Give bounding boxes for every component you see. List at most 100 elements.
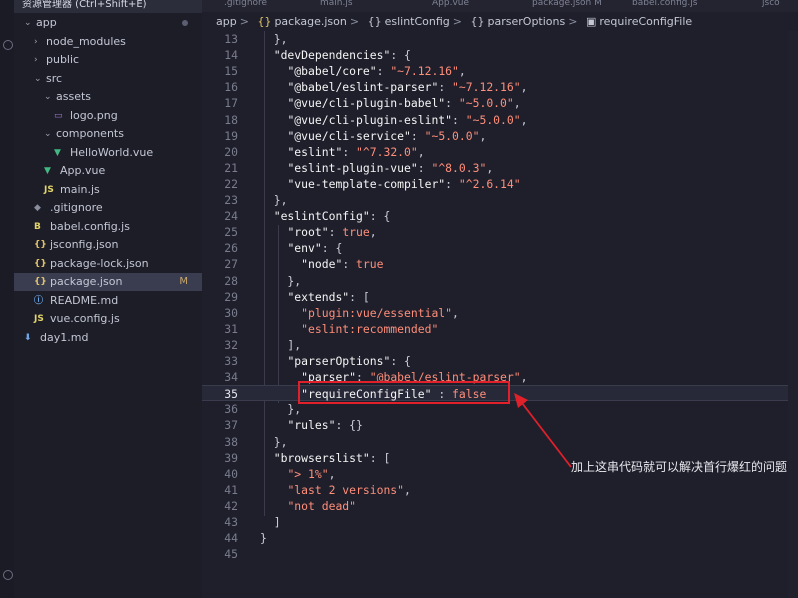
markdown-icon: ⬇ [24, 332, 32, 343]
code-text: "@vue/cli-plugin-eslint": "~5.0.0", [287, 112, 528, 127]
tree-item-label: package-lock.json [50, 256, 149, 270]
tree-item[interactable]: ⓘ README.md [14, 292, 202, 310]
tree-item[interactable]: ▭ logo.png [14, 107, 202, 125]
editor-tab[interactable]: babel.config.js [632, 0, 697, 12]
code-line[interactable]: 27 "node": true [202, 256, 798, 272]
annotation-text: 加上这串代码就可以解决首行爆红的问题 [571, 460, 788, 474]
line-number: 32 [224, 337, 238, 352]
code-line[interactable]: 28 }, [202, 273, 798, 289]
breadcrumb-eslintconfig[interactable]: eslintConfig [385, 15, 450, 28]
tree-item[interactable]: {} package-lock.json [14, 255, 202, 273]
editor-tab[interactable]: jsco [762, 0, 780, 12]
tree-item[interactable]: ▼ App.vue [14, 162, 202, 180]
code-line[interactable]: 25 "root": true, [202, 224, 798, 240]
code-line[interactable]: 14 "devDependencies": { [202, 47, 798, 63]
code-text: "root": true, [287, 225, 377, 240]
line-number: 36 [224, 402, 238, 417]
code-line[interactable]: 45 [202, 546, 798, 562]
editor-tab[interactable]: main.js [320, 0, 353, 12]
line-number: 21 [224, 160, 238, 175]
editor-scrollbar[interactable] [788, 31, 798, 598]
editor-tabs: .gitignore main.js App.vue package.json M ba… [202, 0, 798, 12]
tree-item[interactable]: ◆ .gitignore [14, 199, 202, 217]
line-number: 43 [224, 515, 238, 529]
account-icon[interactable] [3, 570, 13, 580]
code-line[interactable]: 41 "last 2 versions", [202, 482, 798, 498]
code-line[interactable]: 20 "eslint": "^7.32.0", [202, 144, 798, 160]
code-line[interactable]: 18 "@vue/cli-plugin-eslint": "~5.0.0", [202, 112, 798, 128]
line-number: 29 [224, 289, 238, 304]
breadcrumb-file[interactable]: package.json [274, 15, 346, 28]
line-number: 44 [224, 531, 238, 546]
tree-item-label: HelloWorld.vue [70, 145, 154, 159]
highlight-box [298, 381, 510, 404]
tree-item[interactable]: {} package.json M [14, 273, 202, 291]
git-icon: ◆ [34, 203, 41, 213]
editor-tab[interactable]: .gitignore [224, 0, 267, 12]
code-line[interactable]: 23 }, [202, 192, 798, 208]
code-text: "plugin:vue/essential", [301, 305, 459, 320]
tree-item[interactable]: › node_modules [14, 33, 202, 51]
code-text: "node": true [301, 257, 384, 272]
line-number: 17 [224, 96, 238, 111]
editor-tab[interactable]: package.json M [532, 0, 602, 12]
tree-item[interactable]: ⌄ app [14, 14, 202, 32]
code-text: "eslintConfig": { [273, 209, 391, 224]
json-icon: {} [257, 15, 272, 28]
code-line[interactable]: 44} [202, 530, 798, 546]
tree-item[interactable]: ▼ HelloWorld.vue [14, 144, 202, 162]
code-line[interactable]: 17 "@vue/cli-plugin-babel": "~5.0.0", [202, 95, 798, 111]
tree-item[interactable]: JS main.js [14, 181, 202, 199]
breadcrumb: app > {} package.json > {} eslintConfig > {} p… [216, 15, 693, 28]
line-number: 39 [224, 450, 238, 465]
code-line[interactable]: 26 "env": { [202, 240, 798, 256]
code-text: }, [260, 434, 288, 449]
code-line[interactable]: 21 "eslint-plugin-vue": "^8.0.3", [202, 160, 798, 176]
code-line[interactable]: 19 "@vue/cli-service": "~5.0.0", [202, 128, 798, 144]
code-line[interactable]: 37 "rules": {} [202, 417, 798, 433]
tree-item[interactable]: ⬇ day1.md [14, 329, 202, 347]
code-line[interactable]: 16 "@babel/eslint-parser": "~7.12.16", [202, 79, 798, 95]
line-number: 27 [224, 257, 238, 272]
line-number: 20 [224, 144, 238, 159]
line-number: 25 [224, 225, 238, 240]
code-line[interactable]: 33 "parserOptions": { [202, 353, 798, 369]
vue-icon: ▼ [54, 147, 61, 158]
line-number: 24 [224, 209, 238, 224]
tree-item[interactable]: › public [14, 51, 202, 69]
modified-badge: M [179, 276, 188, 287]
code-line[interactable]: 38 }, [202, 434, 798, 450]
code-line[interactable]: 31 "eslint:recommended" [202, 321, 798, 337]
code-line[interactable]: 29 "extends": [ [202, 289, 798, 305]
code-line[interactable]: 22 "vue-template-compiler": "^2.6.14" [202, 176, 798, 192]
code-line[interactable]: 43 ] [202, 514, 798, 530]
tree-item[interactable]: {} jsconfig.json [14, 236, 202, 254]
code-text: "vue-template-compiler": "^2.6.14" [287, 176, 521, 191]
line-number: 16 [224, 80, 238, 95]
breadcrumb-requireconfigfile[interactable]: requireConfigFile [599, 15, 692, 28]
json-icon: {} [34, 240, 47, 250]
code-line[interactable]: 30 "plugin:vue/essential", [202, 305, 798, 321]
line-number: 30 [224, 305, 238, 320]
js-icon: JS [34, 314, 44, 324]
breadcrumb-app[interactable]: app [216, 15, 237, 28]
breadcrumb-parseroptions[interactable]: parserOptions [488, 15, 566, 28]
code-editor[interactable]: 13 }, 14 "devDependencies": {15 "@babel/c… [202, 31, 798, 598]
tree-item[interactable]: ⌄ assets [14, 88, 202, 106]
editor-tab[interactable]: App.vue [432, 0, 469, 12]
line-number: 37 [224, 418, 238, 433]
code-text: "last 2 versions", [287, 482, 411, 497]
tree-item[interactable]: ⌄ components [14, 125, 202, 143]
tree-item[interactable]: Bbabel.config.js [14, 218, 202, 236]
tree-item-label: app [36, 16, 57, 29]
code-line[interactable]: 15 "@babel/core": "~7.12.16", [202, 63, 798, 79]
tree-item[interactable]: ⌄ src [14, 70, 202, 88]
tree-item[interactable]: JS vue.config.js [14, 310, 202, 328]
code-line[interactable]: 24 "eslintConfig": { [202, 208, 798, 224]
code-line[interactable]: 13 }, [202, 31, 798, 47]
code-line[interactable]: 42 "not dead" [202, 498, 798, 514]
tree-item-label: babel.config.js [50, 219, 130, 233]
code-text: "not dead" [287, 498, 357, 513]
explorer-icon[interactable] [3, 40, 13, 50]
code-line[interactable]: 32 ], [202, 337, 798, 353]
